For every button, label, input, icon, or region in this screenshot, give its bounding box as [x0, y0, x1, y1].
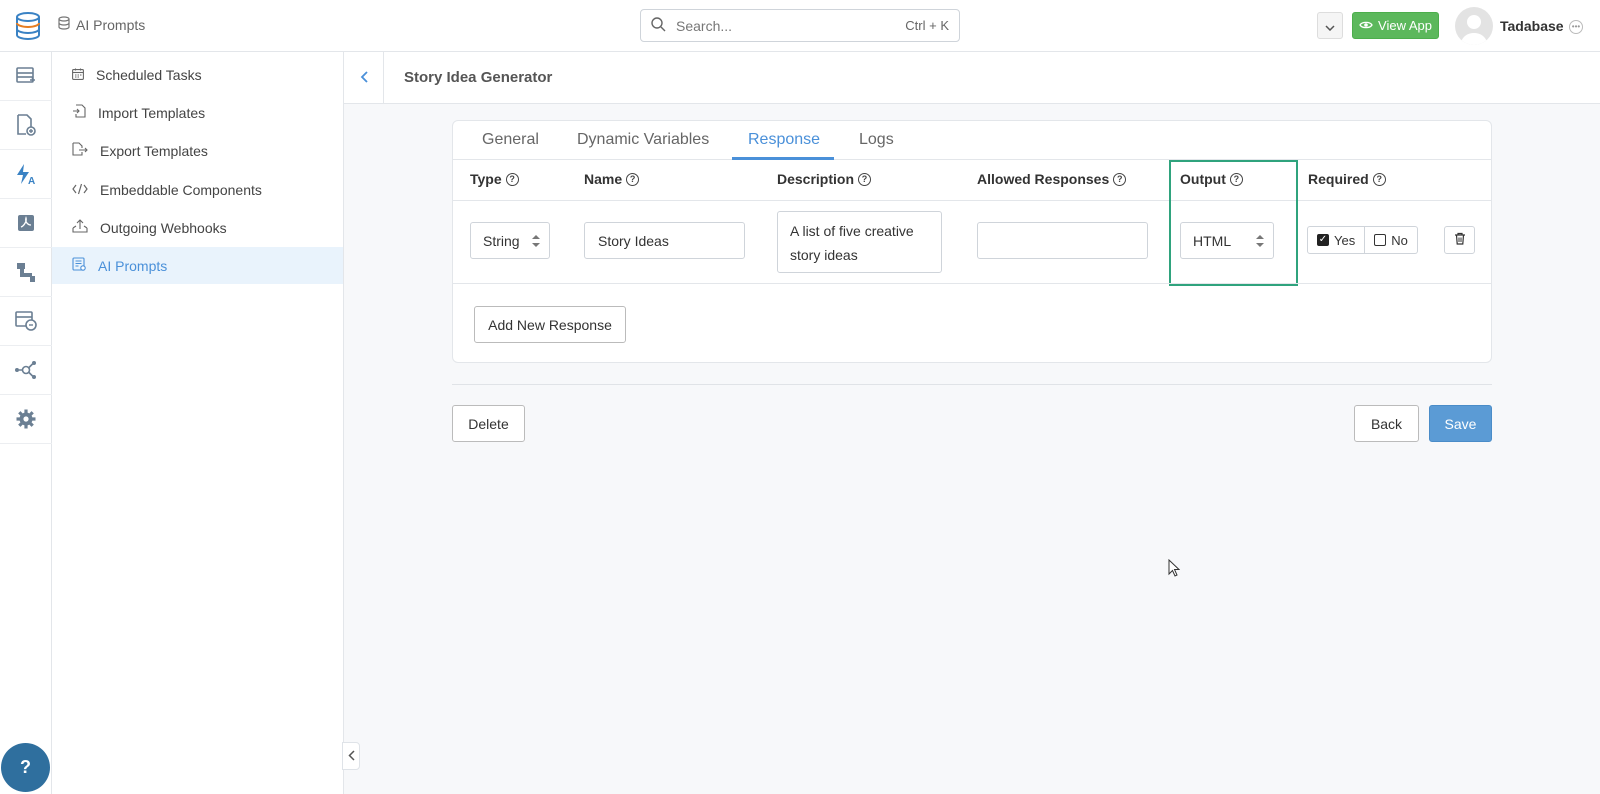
tab-logs[interactable]: Logs: [859, 131, 894, 149]
yes-label: Yes: [1334, 232, 1356, 248]
svg-text:A: A: [28, 176, 35, 185]
search-shortcut: Ctrl + K: [905, 18, 949, 33]
menu-item-import-templates[interactable]: Import Templates: [52, 94, 343, 131]
chevron-left-icon: [360, 70, 368, 86]
automation-icon[interactable]: A: [0, 150, 52, 199]
mouse-cursor-icon: [1168, 558, 1181, 580]
row-divider: [453, 283, 1491, 284]
delete-row-button[interactable]: [1444, 226, 1475, 254]
checkbox-unchecked-icon: [1374, 234, 1387, 246]
menu-item-label: Embeddable Components: [100, 181, 262, 198]
webhook-icon: [72, 219, 88, 236]
breadcrumb[interactable]: AI Prompts: [58, 16, 145, 33]
help-icon[interactable]: ?: [1372, 172, 1386, 186]
no-label: No: [1391, 232, 1408, 248]
search-input[interactable]: Search... Ctrl + K: [640, 9, 960, 42]
menu-item-scheduled-tasks[interactable]: Scheduled Tasks: [52, 56, 343, 93]
code-icon: [72, 182, 88, 198]
help-icon[interactable]: ?: [1113, 172, 1127, 186]
menu-item-ai-prompts[interactable]: AI Prompts: [52, 247, 343, 284]
ai-prompt-icon: [72, 257, 86, 274]
required-toggle: ✓ Yes No: [1307, 226, 1418, 254]
menu-item-label: Import Templates: [98, 104, 206, 121]
header-label: Description: [777, 171, 855, 187]
username[interactable]: Tadabase: [1500, 18, 1564, 34]
menu-item-label: Scheduled Tasks: [96, 66, 202, 83]
menu-item-export-templates[interactable]: Export Templates: [52, 132, 343, 169]
header-label: Required: [1308, 171, 1369, 187]
output-highlight-box: [1169, 160, 1298, 286]
app-dropdown-button[interactable]: [1317, 12, 1343, 39]
help-icon[interactable]: ?: [505, 172, 519, 186]
type-value: String: [483, 232, 520, 249]
allowed-responses-input[interactable]: [977, 222, 1148, 259]
description-textarea[interactable]: A list of five creative story ideas: [777, 211, 942, 273]
tadabase-logo[interactable]: [14, 11, 42, 41]
chevron-left-icon: [347, 748, 355, 764]
select-arrows-icon: [532, 235, 540, 247]
type-select[interactable]: String: [470, 222, 550, 259]
name-input[interactable]: Story Ideas: [584, 222, 745, 259]
settings-icon[interactable]: [0, 395, 52, 444]
top-bar: AI Prompts Search... Ctrl + K View App T…: [0, 0, 1600, 52]
trash-icon: [1454, 232, 1466, 248]
column-header-allowed-responses: Allowed Responses?: [977, 171, 1127, 187]
delete-button[interactable]: Delete: [452, 405, 525, 442]
menu-item-embeddable-components[interactable]: Embeddable Components: [52, 171, 343, 208]
collapse-sidebar-button[interactable]: [342, 742, 360, 770]
column-header-required: Required?: [1308, 171, 1386, 187]
import-icon: [72, 104, 86, 121]
tab-dynamic-variables[interactable]: Dynamic Variables: [577, 131, 709, 149]
header-label: Allowed Responses: [977, 171, 1110, 187]
icon-rail: A: [0, 52, 52, 794]
view-app-button[interactable]: View App: [1352, 12, 1439, 39]
help-icon[interactable]: ?: [626, 172, 640, 186]
save-button[interactable]: Save: [1429, 405, 1492, 442]
pdf-icon[interactable]: [0, 199, 52, 248]
add-new-response-button[interactable]: Add New Response: [474, 306, 626, 343]
breadcrumb-label: AI Prompts: [76, 16, 146, 33]
help-icon[interactable]: ?: [858, 172, 872, 186]
menu-item-outgoing-webhooks[interactable]: Outgoing Webhooks: [52, 209, 343, 246]
search-icon: [651, 16, 666, 35]
side-menu: Scheduled Tasks Import Templates Export …: [52, 52, 344, 794]
chevron-down-icon: [1325, 18, 1335, 34]
page-title: Story Idea Generator: [404, 69, 553, 86]
data-sync-icon[interactable]: [0, 297, 52, 346]
menu-item-label: AI Prompts: [98, 257, 168, 274]
export-icon: [72, 142, 88, 159]
tab-bar: General Dynamic Variables Response Logs: [453, 121, 1491, 160]
column-header-description: Description?: [777, 171, 872, 187]
menu-item-label: Outgoing Webhooks: [100, 219, 227, 236]
column-header-type: Type?: [470, 171, 519, 187]
menu-item-label: Export Templates: [100, 142, 208, 159]
header-label: Type: [470, 171, 502, 187]
header-divider: [453, 200, 1491, 201]
file-add-icon[interactable]: [0, 101, 52, 150]
eye-icon: [1359, 18, 1373, 33]
calendar-icon: [72, 67, 84, 83]
pipes-icon[interactable]: [0, 248, 52, 297]
tab-response[interactable]: Response: [748, 131, 820, 149]
active-tab-indicator: [732, 157, 834, 160]
page-header: Story Idea Generator: [344, 52, 1600, 104]
more-options-icon[interactable]: •••: [1569, 20, 1583, 34]
database-icon: [58, 16, 70, 33]
form-divider: [452, 384, 1492, 385]
network-icon[interactable]: [0, 346, 52, 395]
required-no-option[interactable]: No: [1365, 226, 1418, 254]
avatar[interactable]: [1455, 7, 1493, 45]
response-card: General Dynamic Variables Response Logs …: [452, 120, 1492, 363]
help-button[interactable]: ?: [1, 743, 50, 792]
required-yes-option[interactable]: ✓ Yes: [1307, 226, 1366, 254]
header-label: Name: [584, 171, 623, 187]
tab-general[interactable]: General: [482, 131, 539, 149]
back-button[interactable]: [344, 52, 384, 103]
view-app-label: View App: [1378, 18, 1432, 33]
checkbox-checked-icon: ✓: [1317, 234, 1329, 246]
data-table-icon[interactable]: [0, 52, 52, 101]
back-button[interactable]: Back: [1354, 405, 1419, 442]
search-placeholder: Search...: [676, 17, 733, 34]
column-header-name: Name?: [584, 171, 640, 187]
